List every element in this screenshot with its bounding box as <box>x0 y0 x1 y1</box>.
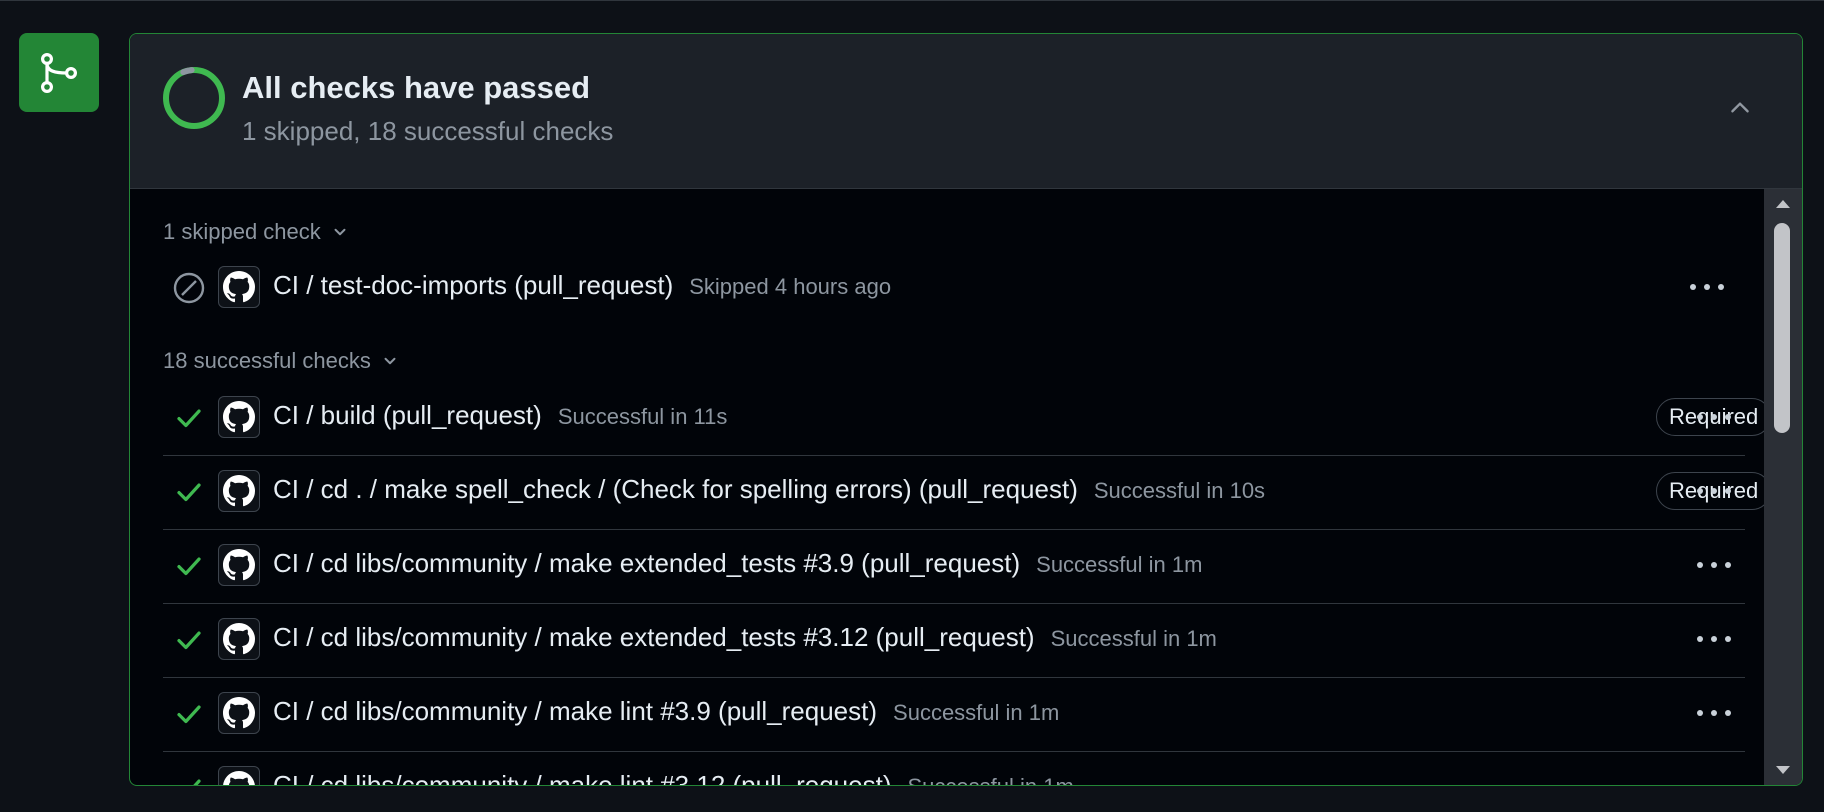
check-name[interactable]: CI / cd libs/community / make lint #3.12… <box>273 770 891 785</box>
check-row: CI / test-doc-imports (pull_request) Ski… <box>163 252 1745 325</box>
check-icon <box>173 624 205 656</box>
github-icon[interactable] <box>218 766 260 785</box>
check-status: Skipped 4 hours ago <box>689 274 892 299</box>
kebab-horizontal-icon <box>1697 414 1731 420</box>
checks-panel: All checks have passed 1 skipped, 18 suc… <box>129 33 1803 786</box>
github-icon[interactable] <box>218 396 260 438</box>
kebab-horizontal-icon <box>1697 562 1731 568</box>
check-status: Successful in 1m <box>907 774 1073 785</box>
check-actions-button[interactable] <box>1690 694 1738 732</box>
checks-page: All checks have passed 1 skipped, 18 suc… <box>0 0 1824 812</box>
checks-panel-header: All checks have passed 1 skipped, 18 suc… <box>130 34 1802 189</box>
check-name[interactable]: CI / cd libs/community / make lint #3.9 … <box>273 696 877 727</box>
successful-group-label: 18 successful checks <box>163 348 371 373</box>
check-actions-button[interactable] <box>1690 620 1738 658</box>
check-status: Successful in 11s <box>557 404 728 429</box>
github-icon[interactable] <box>218 470 260 512</box>
check-icon <box>173 772 205 785</box>
scroll-up-button[interactable] <box>1764 193 1802 215</box>
checks-summary: 1 skipped, 18 successful checks <box>242 116 614 146</box>
check-actions-button[interactable] <box>1690 546 1738 584</box>
skipped-group-label: 1 skipped check <box>163 219 321 244</box>
kebab-horizontal-icon <box>1697 636 1731 642</box>
checks-list: 1 skipped check CI / test-doc-imports (p… <box>130 189 1764 785</box>
check-row: CI / cd libs/community / make extended_t… <box>163 530 1745 604</box>
skip-icon <box>173 272 205 304</box>
check-actions-button[interactable] <box>1690 472 1738 510</box>
checks-scrollbar[interactable] <box>1764 189 1802 785</box>
check-actions-button[interactable] <box>1690 398 1738 436</box>
check-name[interactable]: CI / build (pull_request) <box>273 400 542 431</box>
check-row: CI / cd libs/community / make lint #3.9 … <box>163 678 1745 752</box>
git-merge-icon <box>40 52 78 93</box>
collapse-checks-button[interactable] <box>1718 86 1762 130</box>
progress-ring-icon <box>163 67 225 129</box>
kebab-horizontal-icon <box>1697 488 1731 494</box>
chevron-down-icon <box>384 357 396 365</box>
check-name[interactable]: CI / cd libs/community / make extended_t… <box>273 548 1020 579</box>
check-status: Successful in 10s <box>1093 478 1266 503</box>
triangle-up-icon <box>1776 200 1790 208</box>
scroll-down-button[interactable] <box>1764 759 1802 781</box>
check-icon <box>173 402 205 434</box>
kebab-horizontal-icon <box>1690 284 1724 290</box>
check-actions-button[interactable] <box>1683 268 1731 306</box>
github-icon[interactable] <box>218 692 260 734</box>
check-icon <box>173 550 205 582</box>
top-divider <box>0 0 1824 1</box>
check-icon <box>173 698 205 730</box>
check-name[interactable]: CI / cd libs/community / make extended_t… <box>273 622 1035 653</box>
check-name[interactable]: CI / test-doc-imports (pull_request) <box>273 270 673 301</box>
check-status: Successful in 1m <box>1050 626 1217 651</box>
check-row: CI / cd . / make spell_check / (Check fo… <box>163 456 1764 530</box>
merge-status-badge <box>19 33 99 112</box>
check-name[interactable]: CI / cd . / make spell_check / (Check fo… <box>273 474 1078 505</box>
github-icon[interactable] <box>218 266 260 308</box>
scroll-thumb[interactable] <box>1774 223 1790 433</box>
check-row: CI / cd libs/community / make extended_t… <box>163 604 1745 678</box>
successful-group-toggle[interactable]: 18 successful checks <box>163 348 399 374</box>
checks-title: All checks have passed <box>242 70 591 105</box>
check-row: CI / cd libs/community / make lint #3.12… <box>163 752 1745 785</box>
check-icon <box>173 476 205 508</box>
github-icon[interactable] <box>218 544 260 586</box>
chevron-up-icon <box>1731 102 1749 113</box>
kebab-horizontal-icon <box>1697 710 1731 716</box>
check-status: Successful in 1m <box>1036 552 1203 577</box>
chevron-down-icon <box>334 228 346 236</box>
check-status: Successful in 1m <box>893 700 1060 725</box>
triangle-down-icon <box>1776 766 1790 774</box>
progress-ring-gap <box>180 67 195 76</box>
github-icon[interactable] <box>218 618 260 660</box>
skipped-group-toggle[interactable]: 1 skipped check <box>163 219 349 245</box>
check-row: CI / build (pull_request) Successful in … <box>163 382 1764 456</box>
